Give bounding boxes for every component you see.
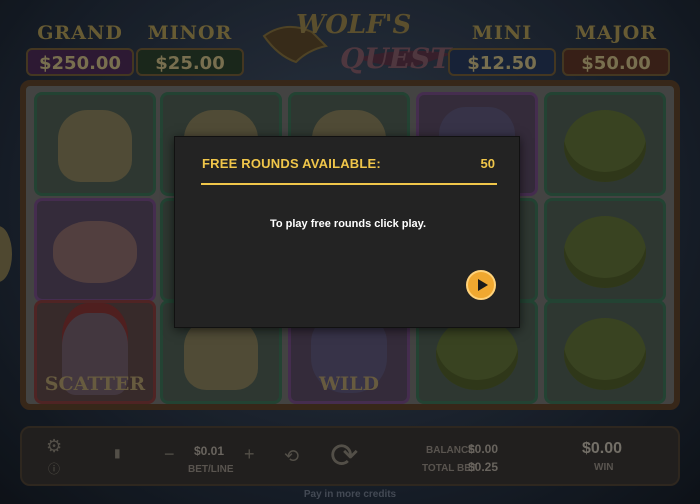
dialog-message: To play free rounds click play. <box>269 218 427 230</box>
game-stage: GRAND $250.00 MINOR $25.00 WOLF'S QUEST … <box>0 0 700 504</box>
dialog-divider <box>201 183 497 185</box>
free-rounds-count: 50 <box>480 156 495 171</box>
play-icon <box>478 279 488 291</box>
dialog-title: FREE ROUNDS AVAILABLE: <box>202 156 381 171</box>
play-button[interactable] <box>466 270 496 300</box>
free-rounds-dialog: FREE ROUNDS AVAILABLE: 50 To play free r… <box>174 136 520 328</box>
